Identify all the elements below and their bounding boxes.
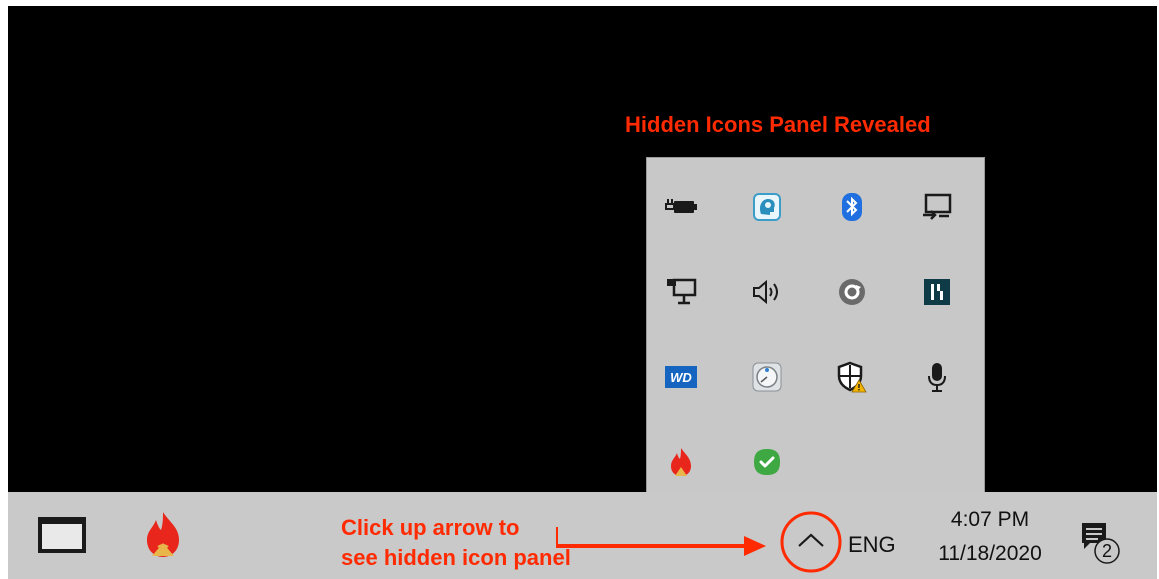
- window-app-button[interactable]: [36, 515, 88, 560]
- hidden-icons-panel: WD: [646, 157, 985, 499]
- flame-app-icon[interactable]: [661, 442, 701, 482]
- taskbar: Click up arrow to see hidden icon panel …: [8, 492, 1157, 579]
- callout-arrow: [556, 527, 766, 556]
- project-display-icon[interactable]: [917, 187, 957, 227]
- network-icon[interactable]: [661, 272, 701, 312]
- language-indicator[interactable]: ENG: [848, 532, 896, 558]
- app-head-icon[interactable]: [747, 187, 787, 227]
- callout-line-1: Click up arrow to: [341, 515, 520, 540]
- app-tile-icon[interactable]: [917, 272, 957, 312]
- desktop-screen: Hidden Icons Panel Revealed WD Click up …: [8, 6, 1157, 579]
- volume-icon[interactable]: [747, 272, 787, 312]
- power-battery-icon[interactable]: [661, 187, 701, 227]
- flame-taskbar-icon[interactable]: [141, 510, 185, 565]
- show-hidden-icons-button[interactable]: [779, 510, 843, 574]
- sync-app-icon[interactable]: [832, 272, 872, 312]
- wd-icon[interactable]: WD: [661, 357, 701, 397]
- clock-date[interactable]: 11/18/2020: [910, 538, 1070, 570]
- wd-icon-label: WD: [670, 370, 692, 385]
- chevron-up-icon: [798, 533, 824, 547]
- notification-count-badge: 2: [1101, 541, 1112, 561]
- clock-time[interactable]: 4:07 PM: [910, 504, 1070, 536]
- disk-utility-icon[interactable]: [747, 357, 787, 397]
- green-check-icon[interactable]: [747, 442, 787, 482]
- security-warning-icon[interactable]: [832, 357, 872, 397]
- notification-center-button[interactable]: 2: [1076, 519, 1126, 569]
- panel-caption: Hidden Icons Panel Revealed: [625, 112, 931, 137]
- bluetooth-icon[interactable]: [832, 187, 872, 227]
- microphone-icon[interactable]: [917, 357, 957, 397]
- callout-line-2: see hidden icon panel: [341, 545, 571, 570]
